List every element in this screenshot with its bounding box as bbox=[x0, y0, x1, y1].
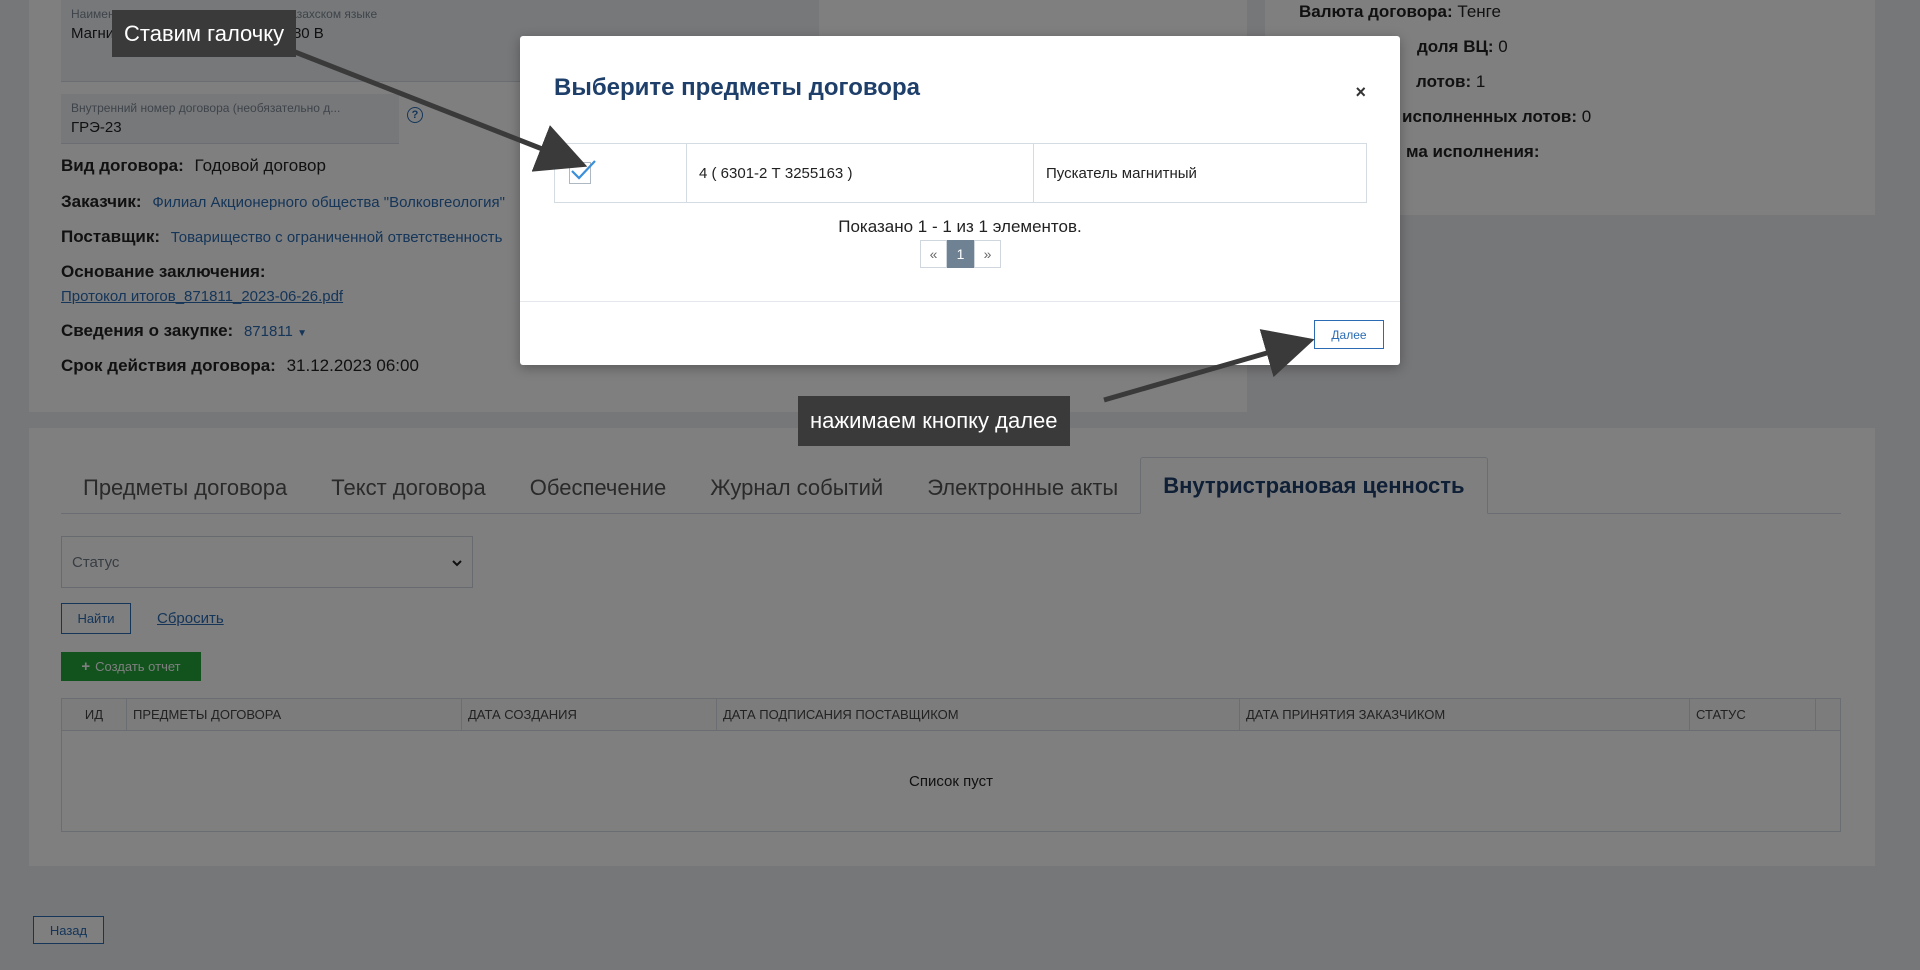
contract-page: Наименование предмета договора на казахс… bbox=[0, 0, 1920, 970]
pager-next-button[interactable]: » bbox=[974, 240, 1001, 268]
pager-page-button[interactable]: 1 bbox=[947, 240, 974, 268]
item-checkbox[interactable] bbox=[569, 160, 596, 184]
item-code: 4 ( 6301-2 Т 3255163 ) bbox=[687, 144, 1034, 202]
checkmark-icon bbox=[571, 160, 596, 180]
close-icon[interactable]: × bbox=[1355, 82, 1366, 103]
pager-prev-button[interactable]: « bbox=[920, 240, 947, 268]
items-table: 4 ( 6301-2 Т 3255163 ) Пускатель магнитн… bbox=[554, 143, 1367, 203]
checkbox-cell bbox=[555, 144, 687, 202]
pagination: « 1 » bbox=[920, 240, 1001, 268]
callout-check-item: Ставим галочку bbox=[112, 10, 297, 57]
modal-title: Выберите предметы договора bbox=[554, 74, 920, 101]
modal-divider bbox=[520, 301, 1400, 302]
callout-press-next: нажимаем кнопку далее bbox=[798, 396, 1070, 446]
item-name: Пускатель магнитный bbox=[1046, 164, 1197, 182]
pager-summary: Показано 1 - 1 из 1 элементов. bbox=[838, 217, 1082, 236]
next-button[interactable]: Далее bbox=[1314, 320, 1384, 349]
select-items-modal: Выберите предметы договора × 4 ( 6301-2 … bbox=[520, 36, 1400, 365]
